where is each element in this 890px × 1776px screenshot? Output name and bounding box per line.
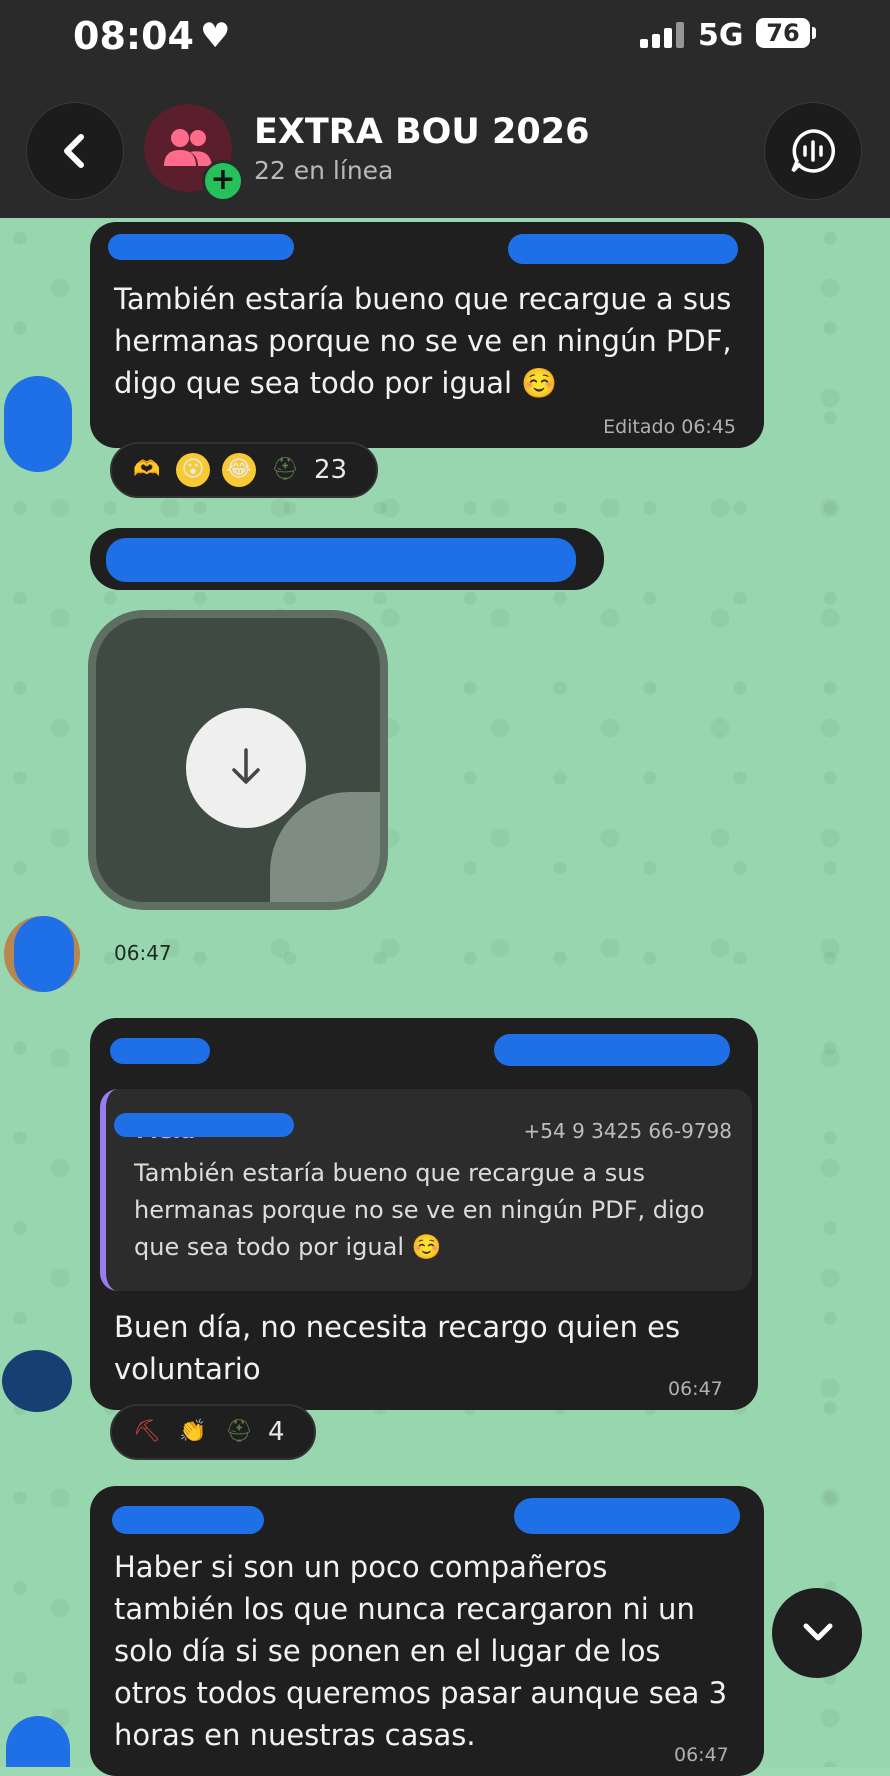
redacted-avatar bbox=[14, 916, 74, 992]
redacted-quote-name bbox=[114, 1113, 294, 1137]
clapping-emoji-icon[interactable]: 👏 bbox=[176, 1415, 210, 1449]
network-type: 5G bbox=[698, 18, 744, 53]
message-text: Buen día, no necesita recargo quien es v… bbox=[114, 1310, 681, 1386]
scroll-to-bottom-button[interactable] bbox=[772, 1588, 862, 1678]
file-attachment[interactable] bbox=[88, 610, 388, 910]
heart-icon: ♥ bbox=[200, 16, 231, 56]
message-time: 06:47 bbox=[674, 1744, 729, 1766]
message-bubble[interactable]: También estaría bueno que recargue a sus… bbox=[90, 222, 764, 448]
online-count: 22 en línea bbox=[254, 156, 394, 185]
chevron-left-icon bbox=[64, 134, 84, 168]
message-text: Haber si son un poco compañeros también … bbox=[114, 1550, 728, 1752]
message-bubble[interactable]: Haber si son un poco compañeros también … bbox=[90, 1486, 764, 1776]
redacted-sender-phone bbox=[494, 1034, 730, 1066]
redacted-sender-name bbox=[108, 234, 294, 260]
shovel-emoji-icon[interactable]: ⛏ bbox=[130, 1415, 164, 1449]
voice-chat-icon bbox=[791, 129, 836, 173]
heart-hands-emoji-icon[interactable]: 🫶 bbox=[130, 453, 164, 487]
download-arrow-icon bbox=[232, 748, 260, 784]
voice-chat-button[interactable] bbox=[764, 102, 862, 200]
file-time: 06:47 bbox=[114, 941, 172, 965]
battery-icon: 76 bbox=[756, 18, 810, 48]
sender-avatar[interactable] bbox=[2, 1350, 72, 1412]
group-icon bbox=[164, 129, 212, 166]
redacted-sender-phone bbox=[514, 1498, 740, 1534]
reaction-count: 23 bbox=[314, 455, 348, 485]
message-time: 06:47 bbox=[668, 1378, 723, 1400]
add-member-icon[interactable]: + bbox=[202, 160, 244, 202]
redacted-sender-info bbox=[106, 538, 576, 582]
surprised-emoji-icon[interactable]: 😮 bbox=[176, 453, 210, 487]
laughing-emoji-icon[interactable]: 😂 bbox=[222, 453, 256, 487]
group-title[interactable]: EXTRA BOU 2026 bbox=[254, 112, 589, 152]
redacted-sender-name bbox=[112, 1506, 264, 1534]
reactions-bar[interactable]: 🫶 😮 😂 ⛑ 23 bbox=[110, 442, 378, 498]
status-time: 08:04 bbox=[73, 14, 194, 58]
download-button[interactable] bbox=[186, 708, 306, 828]
helmet-emoji-icon[interactable]: ⛑ bbox=[268, 453, 302, 487]
quote-sender-phone: +54 9 3425 66-9798 bbox=[523, 1119, 732, 1143]
sender-avatar[interactable] bbox=[4, 376, 72, 472]
file-preview bbox=[96, 618, 380, 902]
quoted-message[interactable]: Mela +54 9 3425 66-9798 También estaría … bbox=[100, 1089, 752, 1291]
quote-text: También estaría bueno que recargue a sus… bbox=[134, 1159, 705, 1261]
back-button[interactable] bbox=[26, 102, 124, 200]
redacted-sender-name bbox=[110, 1038, 210, 1064]
helmet-emoji-icon[interactable]: ⛑ bbox=[222, 1415, 256, 1449]
battery-tip bbox=[812, 27, 816, 39]
chevron-down-icon bbox=[803, 1623, 833, 1641]
reactions-bar[interactable]: ⛏ 👏 ⛑ 4 bbox=[110, 1404, 316, 1460]
signal-icon bbox=[640, 22, 686, 48]
redacted-sender-phone bbox=[508, 234, 738, 264]
message-text: También estaría bueno que recargue a sus… bbox=[114, 282, 732, 400]
file-sender-bar[interactable] bbox=[90, 528, 604, 590]
reaction-count: 4 bbox=[268, 1417, 285, 1447]
message-time: Editado 06:45 bbox=[603, 416, 736, 438]
chat-header: 08:04 ♥ 5G 76 + EXTRA BOU 2026 22 en lín… bbox=[0, 0, 890, 218]
